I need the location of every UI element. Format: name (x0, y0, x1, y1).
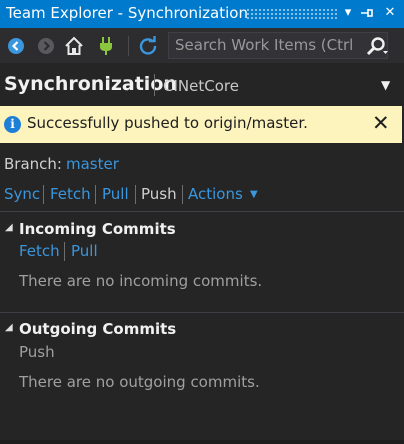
title-separator (154, 74, 155, 96)
link-separator (64, 242, 65, 261)
title-grip[interactable] (246, 8, 338, 20)
incoming-collapse-icon[interactable]: ◢ (5, 222, 13, 233)
home-icon (65, 36, 83, 55)
bottom-edge (0, 440, 404, 444)
action-separator (43, 185, 44, 204)
window-title: Team Explorer - Synchronization (6, 4, 248, 22)
connect-button[interactable] (94, 34, 118, 58)
actions-chevron-icon[interactable]: ▼ (250, 189, 258, 200)
actions-menu[interactable]: Actions (188, 185, 243, 203)
section-divider (0, 312, 404, 313)
search-icon (366, 36, 388, 55)
pin-button[interactable] (357, 2, 377, 24)
plug-icon (100, 37, 112, 55)
incoming-empty-message: There are no incoming commits. (19, 272, 263, 290)
incoming-fetch-link[interactable]: Fetch (19, 242, 60, 260)
sync-link[interactable]: Sync (4, 185, 40, 203)
info-icon: i (4, 116, 21, 133)
home-button[interactable] (62, 34, 86, 58)
page-title: Synchronization (4, 73, 177, 95)
action-separator (182, 185, 183, 204)
push-label: Push (141, 185, 177, 203)
close-notification-button[interactable]: ✕ (372, 110, 390, 136)
back-button[interactable] (4, 34, 28, 58)
pin-icon (361, 9, 373, 17)
incoming-pull-link[interactable]: Pull (71, 242, 98, 260)
toolbar-separator (128, 36, 129, 56)
close-window-button[interactable]: ✕ (380, 2, 400, 24)
fetch-link[interactable]: Fetch (50, 185, 91, 203)
outgoing-collapse-icon[interactable]: ◢ (5, 322, 13, 333)
section-divider (0, 211, 404, 212)
branch-label: Branch: (4, 155, 62, 173)
outgoing-empty-message: There are no outgoing commits. (19, 373, 260, 391)
search-button[interactable] (362, 33, 392, 58)
forward-button[interactable] (34, 34, 58, 58)
branch-link[interactable]: master (66, 155, 119, 173)
outgoing-push-label: Push (19, 343, 55, 361)
action-separator (95, 185, 96, 204)
incoming-commits-title[interactable]: Incoming Commits (19, 220, 176, 238)
notification-message: Successfully pushed to origin/master. (27, 114, 308, 132)
action-separator (135, 185, 136, 204)
repository-name: CINetCore (163, 77, 239, 95)
refresh-button[interactable] (136, 34, 160, 58)
back-arrow-icon (8, 38, 24, 54)
window-dropdown-button[interactable]: ▾ (338, 2, 358, 24)
page-menu-button[interactable]: ▼ (381, 78, 390, 92)
refresh-icon (139, 36, 157, 55)
search-placeholder: Search Work Items (Ctrl+ (175, 36, 355, 54)
pull-link[interactable]: Pull (102, 185, 129, 203)
outgoing-commits-title[interactable]: Outgoing Commits (19, 320, 176, 338)
forward-arrow-icon (38, 38, 54, 54)
